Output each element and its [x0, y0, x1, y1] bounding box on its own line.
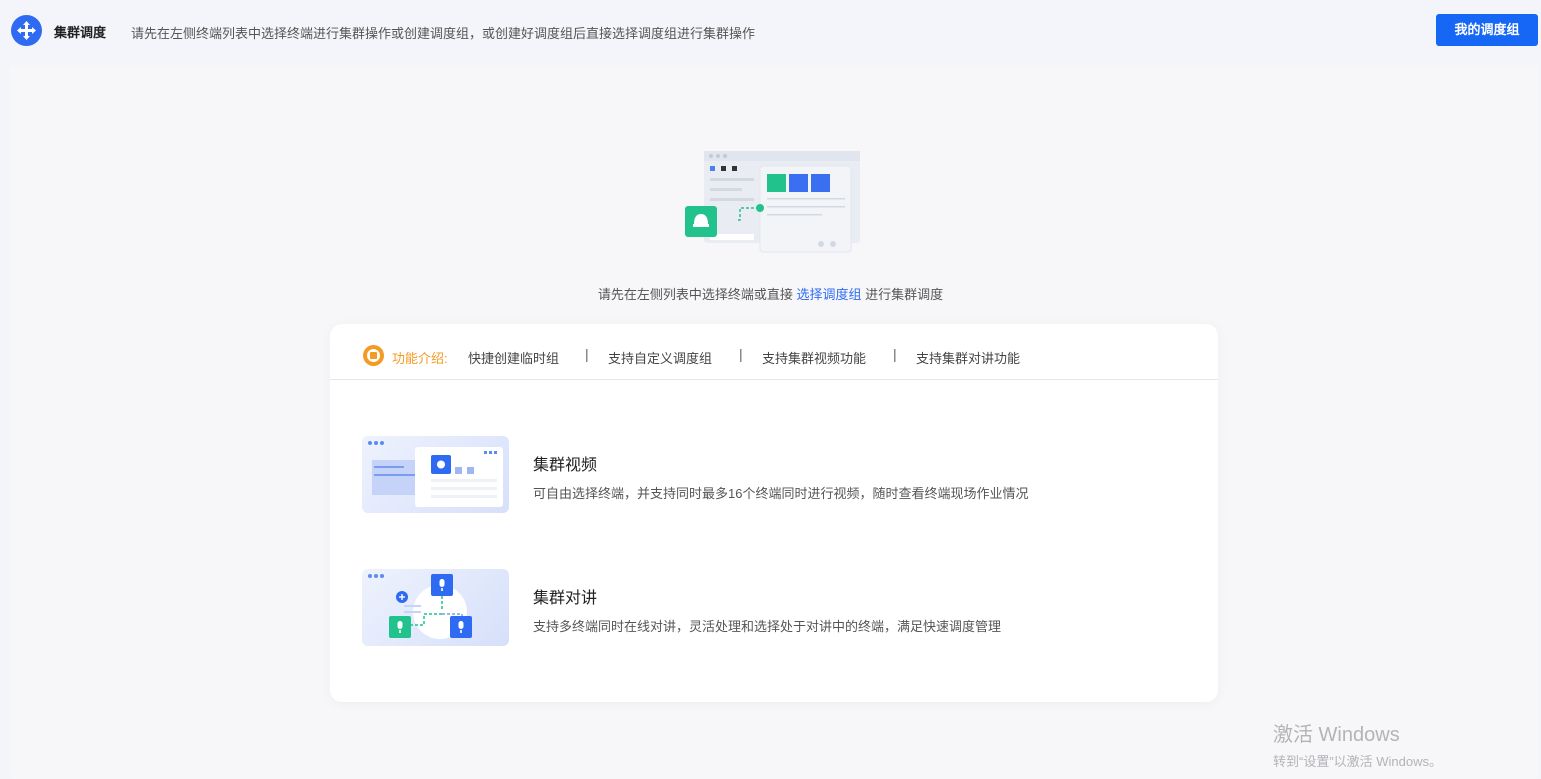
intro-separator: |	[585, 346, 589, 362]
feature-description: 可自由选择终端，并支持同时最多16个终端同时进行视频，随时查看终端现场作业情况	[533, 486, 1029, 501]
windows-activation-watermark: 激活 Windows 转到“设置”以激活 Windows。	[1273, 718, 1442, 770]
intro-separator: |	[893, 346, 897, 362]
feature-title: 集群对讲	[533, 590, 598, 607]
cluster-video-thumbnail	[362, 436, 509, 513]
empty-state-illustration	[684, 150, 864, 255]
my-dispatch-group-button[interactable]: 我的调度组	[1436, 14, 1538, 46]
feature-intro-icon	[363, 345, 384, 366]
header-hint: 请先在左侧终端列表中选择终端进行集群操作或创建调度组，或创建好调度组后直接选择调…	[131, 26, 756, 41]
feature-cluster-talk: 集群对讲 支持多终端同时在线对讲，灵活处理和选择处于对讲中的终端，满足快速调度管…	[362, 569, 1182, 647]
intro-item: 快捷创建临时组	[468, 351, 560, 366]
empty-hint-suffix: 进行集群调度	[865, 287, 944, 302]
empty-hint-prefix: 请先在左侧列表中选择终端或直接	[597, 287, 793, 302]
select-dispatch-group-link[interactable]: 选择调度组	[796, 287, 861, 302]
intro-item: 支持集群对讲功能	[916, 351, 1021, 366]
page-title: 集群调度	[54, 25, 107, 40]
cluster-move-icon	[11, 15, 42, 46]
watermark-title: 激活 Windows	[1273, 724, 1400, 746]
feature-intro-label: 功能介绍:	[392, 351, 448, 366]
intro-item: 支持自定义调度组	[608, 351, 713, 366]
feature-description: 支持多终端同时在线对讲，灵活处理和选择处于对讲中的终端，满足快速调度管理	[533, 619, 1002, 634]
feature-intro-card: 功能介绍: 快捷创建临时组 | 支持自定义调度组 | 支持集群视频功能 | 支持…	[330, 324, 1218, 702]
feature-cluster-video: 集群视频 可自由选择终端，并支持同时最多16个终端同时进行视频，随时查看终端现场…	[362, 436, 1182, 514]
intro-item: 支持集群视频功能	[762, 351, 867, 366]
feature-intro-header: 功能介绍: 快捷创建临时组 | 支持自定义调度组 | 支持集群视频功能 | 支持…	[330, 324, 1218, 380]
feature-title: 集群视频	[533, 457, 598, 474]
cluster-talk-thumbnail	[362, 569, 509, 646]
empty-state-hint: 请先在左侧列表中选择终端或直接 选择调度组 进行集群调度	[0, 284, 1541, 303]
watermark-subtitle: 转到“设置”以激活 Windows。	[1273, 754, 1443, 769]
intro-separator: |	[739, 346, 743, 362]
top-bar: 集群调度 请先在左侧终端列表中选择终端进行集群操作或创建调度组，或创建好调度组后…	[0, 0, 1541, 63]
